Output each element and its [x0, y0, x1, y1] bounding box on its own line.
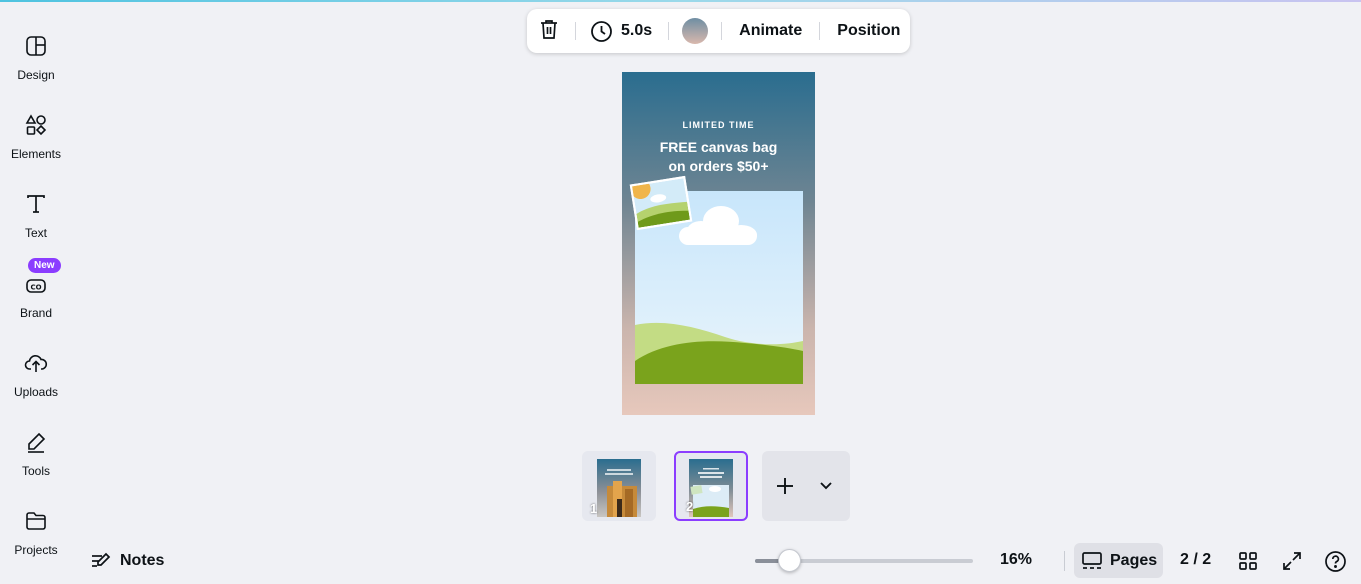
toolbar-divider	[668, 22, 670, 40]
thumbnail-2-preview-art	[690, 468, 729, 517]
expand-icon	[1282, 551, 1302, 571]
sidebar-item-label: Design	[17, 68, 55, 82]
add-page-controls	[762, 451, 850, 521]
toolbar-divider	[819, 22, 821, 40]
position-button[interactable]: Position	[837, 9, 900, 53]
headline-line-1: FREE canvas bag	[659, 139, 778, 155]
sidebar-item-label: Projects	[14, 543, 58, 557]
pages-label: Pages	[1110, 551, 1158, 569]
delete-button[interactable]	[538, 9, 560, 53]
color-swatch	[682, 18, 709, 44]
sidebar-item-elements[interactable]: Elements	[0, 105, 72, 169]
sidebar-item-label: Uploads	[13, 385, 59, 399]
grid-icon	[1238, 551, 1258, 571]
headline-line-2: on orders $50+	[668, 158, 769, 174]
sidebar-item-label: Tools	[21, 464, 50, 478]
sticker-illustration	[630, 178, 690, 228]
svg-text:CO: CO	[30, 284, 41, 292]
pages-button[interactable]: Pages	[1074, 543, 1163, 578]
sidebar-item-brand[interactable]: New CO Brand	[0, 258, 72, 328]
new-badge: New	[28, 258, 61, 273]
grid-view-button[interactable]	[1235, 548, 1261, 574]
element-toolbar: 5.0s Animate Position	[527, 9, 910, 53]
duration-value: 5.0s	[621, 22, 653, 39]
page-thumbnail-2[interactable]: 2	[674, 451, 748, 521]
shapes-icon	[24, 113, 48, 137]
toolbar-divider	[721, 22, 723, 40]
help-button[interactable]	[1322, 548, 1348, 574]
top-accent-line	[0, 0, 1361, 2]
page-number: 1	[590, 501, 598, 516]
page-number: 2	[686, 499, 694, 514]
canvas-kicker-text[interactable]: LIMITED TIME	[622, 120, 815, 130]
folder-icon	[24, 509, 48, 533]
help-icon	[1324, 550, 1347, 573]
clock-icon	[590, 20, 613, 43]
fullscreen-button[interactable]	[1279, 548, 1305, 574]
thumbnail-preview	[597, 459, 641, 517]
notes-button[interactable]: Notes	[90, 547, 164, 575]
duration-button[interactable]: 5.0s	[590, 9, 652, 53]
sidebar-item-tools[interactable]: Tools	[0, 422, 72, 486]
toolbar-divider	[575, 22, 576, 40]
layout-icon	[24, 34, 48, 58]
sidebar-item-label: Brand	[19, 306, 53, 320]
cloud-upload-icon	[24, 351, 48, 375]
thumbnail-1-preview-art	[605, 469, 637, 517]
page-counter: 2 / 2	[1180, 551, 1212, 568]
color-swatch-button[interactable]	[682, 9, 709, 53]
zoom-slider-handle[interactable]	[778, 549, 802, 572]
sidebar-item-projects[interactable]: Projects	[0, 501, 72, 565]
sidebar-item-label: Text	[24, 226, 47, 240]
sidebar-item-text[interactable]: Text	[0, 184, 72, 248]
brand-icon: CO	[24, 272, 48, 296]
page-thumbnail-1[interactable]: 1	[582, 451, 656, 521]
animate-button[interactable]: Animate	[739, 9, 802, 53]
pen-tool-icon	[24, 430, 48, 454]
plus-icon[interactable]	[774, 475, 796, 497]
design-canvas[interactable]: LIMITED TIME FREE canvas bag on orders $…	[622, 72, 815, 415]
sidebar-item-uploads[interactable]: Uploads	[0, 343, 72, 407]
canvas-headline[interactable]: FREE canvas bag on orders $50+	[622, 138, 815, 176]
chevron-down-icon[interactable]	[818, 478, 834, 494]
bottombar-divider	[1064, 551, 1065, 571]
sticker-photo[interactable]	[629, 175, 693, 231]
left-sidebar: Design Elements Text New CO Brand Upload…	[0, 2, 72, 584]
text-icon	[24, 192, 48, 216]
notes-icon	[90, 551, 112, 571]
thumbnail-preview	[689, 459, 733, 517]
sidebar-item-label: Elements	[10, 147, 62, 161]
pages-icon	[1082, 551, 1102, 570]
trash-icon	[538, 18, 560, 45]
zoom-level[interactable]: 16%	[1000, 551, 1032, 569]
notes-label: Notes	[120, 552, 165, 569]
sidebar-item-design[interactable]: Design	[0, 26, 72, 90]
